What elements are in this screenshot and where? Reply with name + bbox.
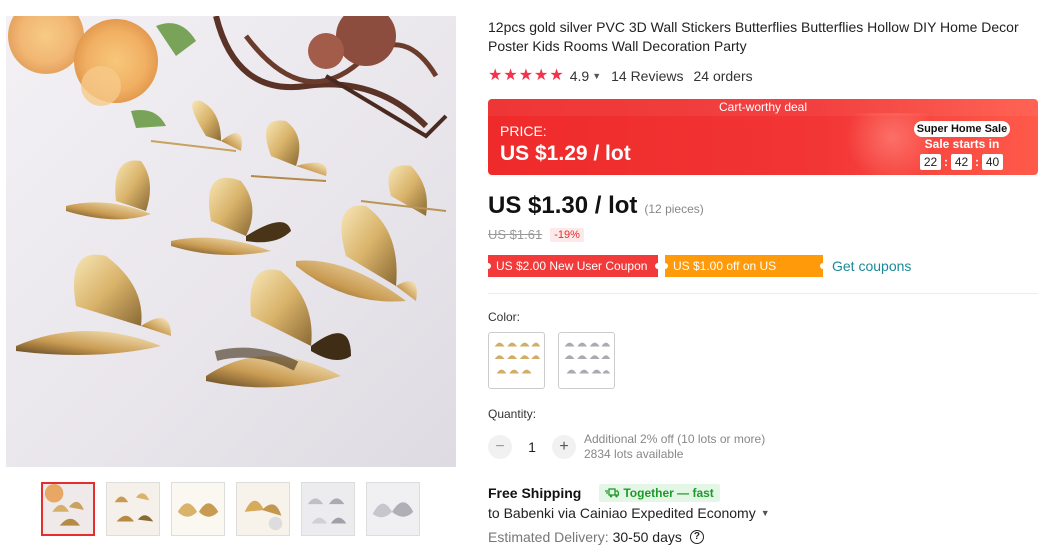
star-icon: ★ — [503, 67, 518, 84]
estimated-delivery: Estimated Delivery: 30-50 days ? — [488, 529, 704, 545]
thumbnail-4[interactable] — [236, 482, 290, 536]
get-coupons-link[interactable]: Get coupons — [832, 258, 911, 274]
store-coupon[interactable]: US $1.00 off on US $25.00 — [662, 255, 826, 295]
deal-price-label: PRICE: — [500, 123, 547, 139]
silver-swatch-art — [564, 342, 611, 374]
thumbnail-1-art — [43, 484, 93, 534]
thumbnail-2-art — [107, 483, 159, 535]
color-label: Color: — [488, 310, 521, 324]
deal-ribbon: Cart-worthy deal — [488, 99, 1038, 116]
star-icon: ★ — [518, 67, 534, 84]
rating-row: ★ ★ ★ ★ ★ 4.9 ▼ 14 Reviews 24 orders — [488, 67, 753, 85]
truck-icon — [605, 488, 620, 498]
sale-starts-label: Sale starts in — [924, 137, 1000, 151]
divider — [488, 293, 1038, 294]
quantity-info: Additional 2% off (10 lots or more) 2834… — [584, 432, 765, 462]
star-icon: ★ — [534, 67, 549, 84]
coupon-row: US $2.00 New User Coupon US $1.00 off on… — [485, 255, 911, 295]
quantity-stepper: − 1 + Additional 2% off (10 lots or more… — [488, 432, 765, 462]
decrease-quantity-button[interactable]: − — [488, 435, 512, 459]
countdown-timer: 22 : 42 : 40 — [920, 154, 1003, 170]
bulk-discount-text: Additional 2% off (10 lots or more) — [584, 432, 766, 446]
stock-available: 2834 lots available — [584, 447, 684, 461]
current-price-amount: US $1.30 / lot — [488, 192, 638, 219]
increase-quantity-button[interactable]: + — [552, 435, 576, 459]
main-product-image[interactable] — [6, 16, 456, 467]
together-fast-text: Together — fast — [623, 486, 714, 500]
chevron-down-icon[interactable]: ▼ — [761, 508, 770, 518]
original-price-row: US $1.61 -19% — [488, 227, 584, 242]
product-title: 12pcs gold silver PVC 3D Wall Stickers B… — [488, 19, 1019, 54]
countdown-separator: : — [944, 155, 948, 169]
thumbnail-3-art — [172, 483, 224, 535]
original-price: US $1.61 — [488, 227, 543, 242]
pieces-count: (12 pieces) — [644, 202, 704, 216]
rating-stars: ★ ★ ★ ★ ★ — [488, 68, 564, 84]
color-swatch-gold[interactable] — [488, 332, 545, 389]
star-icon: ★ — [488, 67, 503, 84]
thumbnail-3[interactable] — [171, 482, 225, 536]
rating-value[interactable]: 4.9 — [570, 68, 589, 84]
reviews-link[interactable]: 14 Reviews — [611, 68, 683, 84]
discount-badge: -19% — [550, 227, 584, 242]
countdown-hours: 22 — [920, 154, 941, 170]
quantity-label: Quantity: — [488, 407, 537, 421]
thumbnail-2[interactable] — [106, 482, 160, 536]
gold-swatch-art — [494, 342, 541, 374]
thumbnail-4-art — [237, 483, 289, 535]
thumbnail-5[interactable] — [301, 482, 355, 536]
quantity-input[interactable]: 1 — [512, 439, 552, 455]
shipping-destination-text: to Babenki via Cainiao Expedited Economy — [488, 505, 756, 521]
new-user-coupon[interactable]: US $2.00 New User Coupon — [485, 255, 661, 277]
color-swatch-silver[interactable] — [558, 332, 615, 389]
together-fast-badge: Together — fast — [599, 484, 720, 502]
countdown-seconds: 40 — [982, 154, 1003, 170]
help-circle-icon[interactable]: ? — [689, 530, 704, 544]
butterflies-photo-art — [8, 16, 448, 388]
current-price: US $1.30 / lot (12 pieces) — [488, 192, 704, 220]
super-sale-badge: Super Home Sale — [914, 121, 1010, 137]
thumbnail-6[interactable] — [366, 482, 420, 536]
thumbnail-5-art — [302, 483, 354, 535]
countdown-minutes: 42 — [951, 154, 972, 170]
delivery-days: 30-50 days — [612, 529, 682, 545]
thumbnail-1[interactable] — [41, 482, 95, 536]
countdown-separator: : — [975, 155, 979, 169]
free-shipping-label: Free Shipping — [488, 485, 582, 501]
deal-banner: Cart-worthy deal PRICE: US $1.29 / lot S… — [488, 99, 1038, 175]
thumbnail-6-art — [367, 483, 419, 535]
chevron-down-icon[interactable]: ▼ — [592, 71, 601, 81]
deal-price: US $1.29 / lot — [500, 142, 631, 165]
shipping-title: Free Shipping Together — fast — [488, 484, 720, 502]
shipping-destination[interactable]: to Babenki via Cainiao Expedited Economy… — [488, 505, 780, 521]
orders-count: 24 orders — [693, 68, 753, 84]
delivery-label: Estimated Delivery: — [488, 529, 609, 545]
star-icon: ★ — [549, 67, 564, 84]
